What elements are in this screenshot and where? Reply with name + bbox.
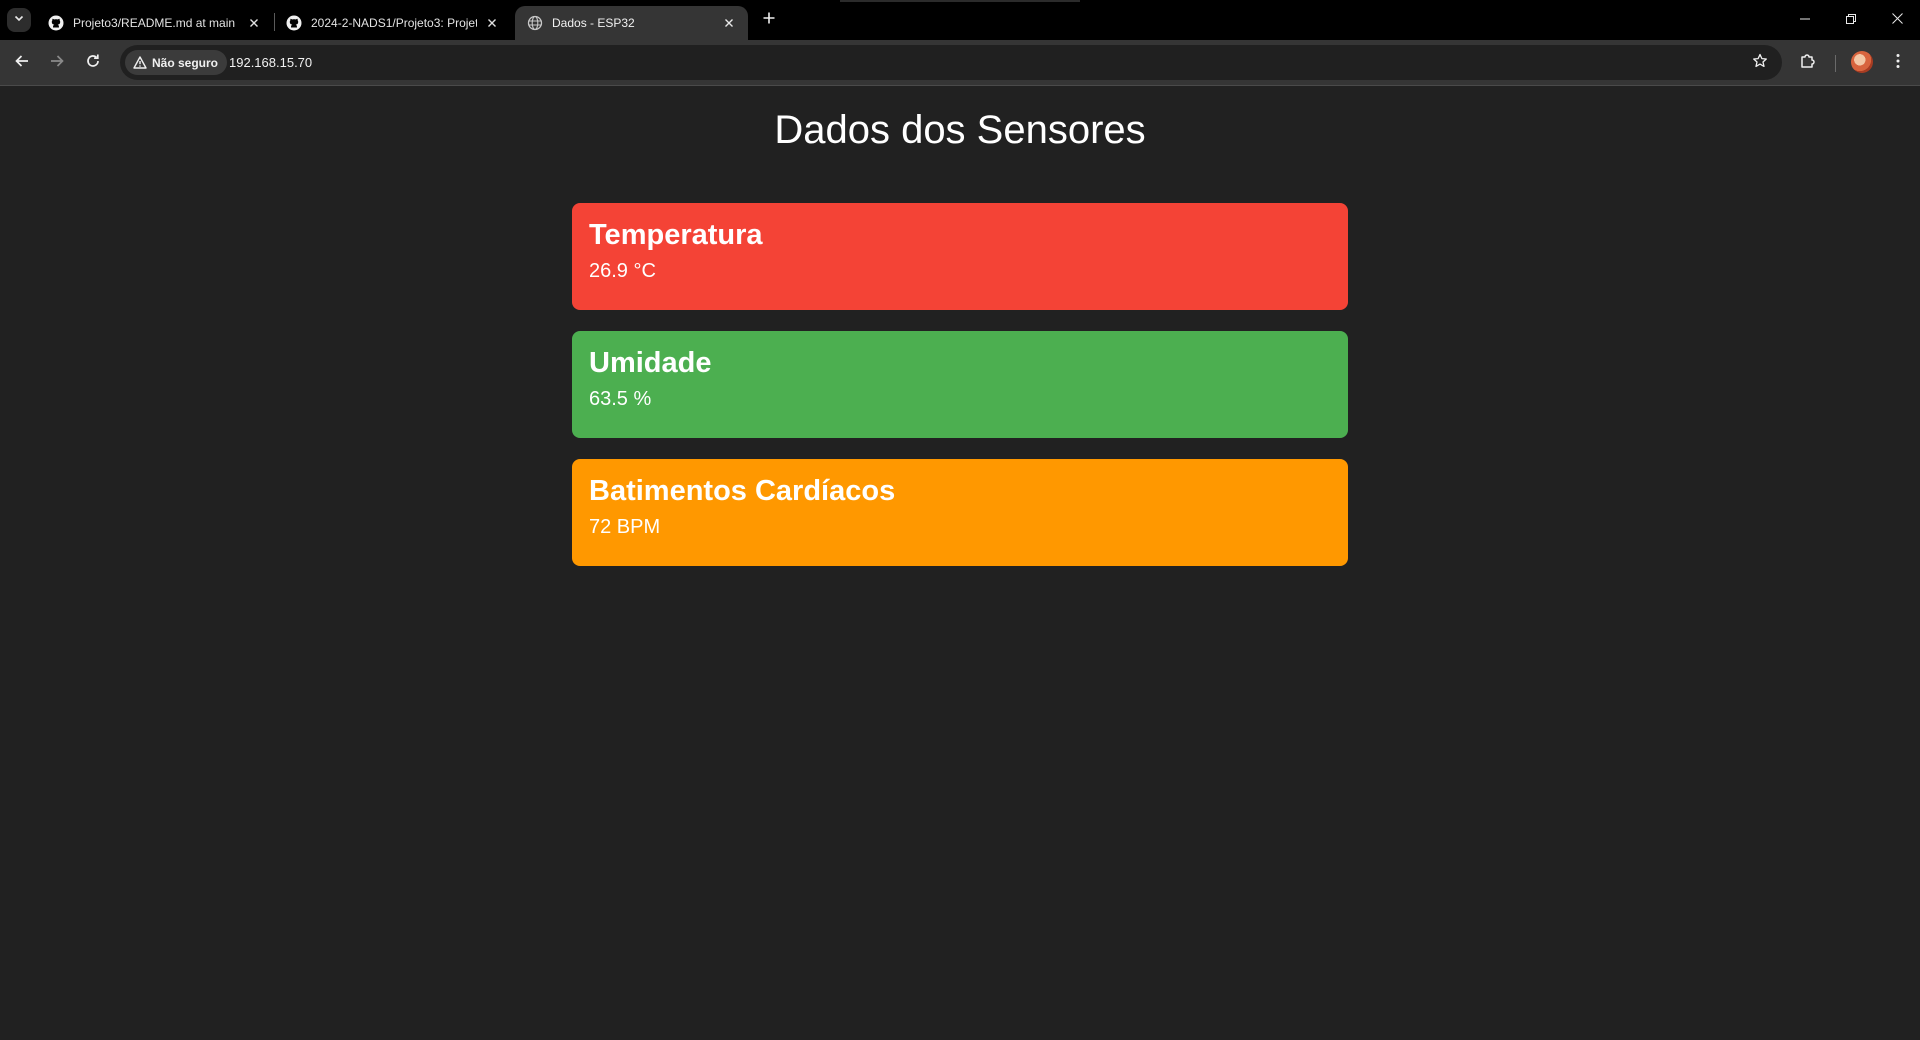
- sensor-card-temperature: Temperatura 26.9 °C: [572, 203, 1348, 310]
- tab-title: Projeto3/README.md at main ·: [73, 16, 239, 30]
- tab-readme[interactable]: Projeto3/README.md at main ·: [36, 6, 273, 40]
- address-bar[interactable]: Não seguro 192.168.15.70: [120, 45, 1782, 80]
- github-icon: [48, 15, 64, 31]
- close-icon: [1891, 11, 1903, 29]
- tab-projeto3[interactable]: 2024-2-NADS1/Projeto3: Projet: [274, 6, 511, 40]
- reload-icon: [85, 53, 101, 74]
- restore-icon: [1846, 11, 1856, 29]
- globe-icon: [527, 15, 543, 31]
- close-icon[interactable]: [720, 14, 738, 32]
- github-icon: [286, 15, 302, 31]
- plus-icon: [762, 11, 776, 30]
- sensor-card-title: Temperatura: [589, 219, 763, 251]
- profile-avatar[interactable]: [1851, 51, 1873, 73]
- puzzle-icon: [1799, 52, 1817, 75]
- menu-button[interactable]: [1886, 51, 1910, 75]
- sensor-card-heart-rate: Batimentos Cardíacos 72 BPM: [572, 459, 1348, 566]
- forward-button[interactable]: [44, 50, 70, 76]
- minimize-icon: [1800, 11, 1810, 29]
- tab-dados-esp32[interactable]: Dados - ESP32: [515, 6, 748, 40]
- reload-button[interactable]: [80, 50, 106, 76]
- page-title: Dados dos Sensores: [774, 108, 1146, 152]
- tab-title: Dados - ESP32: [552, 16, 635, 30]
- back-button[interactable]: [9, 50, 35, 76]
- minimize-button[interactable]: [1782, 0, 1828, 40]
- sensor-card-title: Batimentos Cardíacos: [589, 475, 896, 507]
- more-vert-icon: [1896, 53, 1900, 74]
- security-chip[interactable]: Não seguro: [125, 50, 228, 75]
- tab-strip-edge: [840, 0, 1080, 2]
- sensor-card-title: Umidade: [589, 347, 712, 379]
- page-content: Dados dos Sensores Temperatura 26.9 °C U…: [0, 87, 1920, 1040]
- star-icon: [1752, 53, 1768, 74]
- warning-icon: [133, 56, 147, 69]
- sensor-card-value: 26.9 °C: [589, 260, 656, 282]
- close-window-button[interactable]: [1874, 0, 1920, 40]
- url-text[interactable]: 192.168.15.70: [229, 45, 312, 80]
- sensor-card-value: 72 BPM: [589, 516, 661, 538]
- restore-button[interactable]: [1828, 0, 1874, 40]
- browser-toolbar: Não seguro 192.168.15.70: [0, 40, 1920, 86]
- chevron-down-icon: [13, 11, 25, 29]
- new-tab-button[interactable]: [758, 9, 780, 31]
- bookmark-star-button[interactable]: [1750, 53, 1770, 73]
- arrow-left-icon: [14, 53, 30, 74]
- tab-title: 2024-2-NADS1/Projeto3: Projet: [311, 16, 477, 30]
- close-icon[interactable]: [483, 14, 501, 32]
- sensor-card-value: 63.5 %: [589, 388, 652, 410]
- sensor-card-humidity: Umidade 63.5 %: [572, 331, 1348, 438]
- security-label: Não seguro: [152, 55, 219, 70]
- toolbar-divider: [1835, 55, 1836, 72]
- close-icon[interactable]: [245, 14, 263, 32]
- tab-strip: Projeto3/README.md at main · 2024-2-NADS…: [0, 0, 1920, 40]
- arrow-right-icon: [49, 53, 65, 74]
- extensions-button[interactable]: [1796, 51, 1820, 75]
- tab-search-button[interactable]: [7, 8, 31, 32]
